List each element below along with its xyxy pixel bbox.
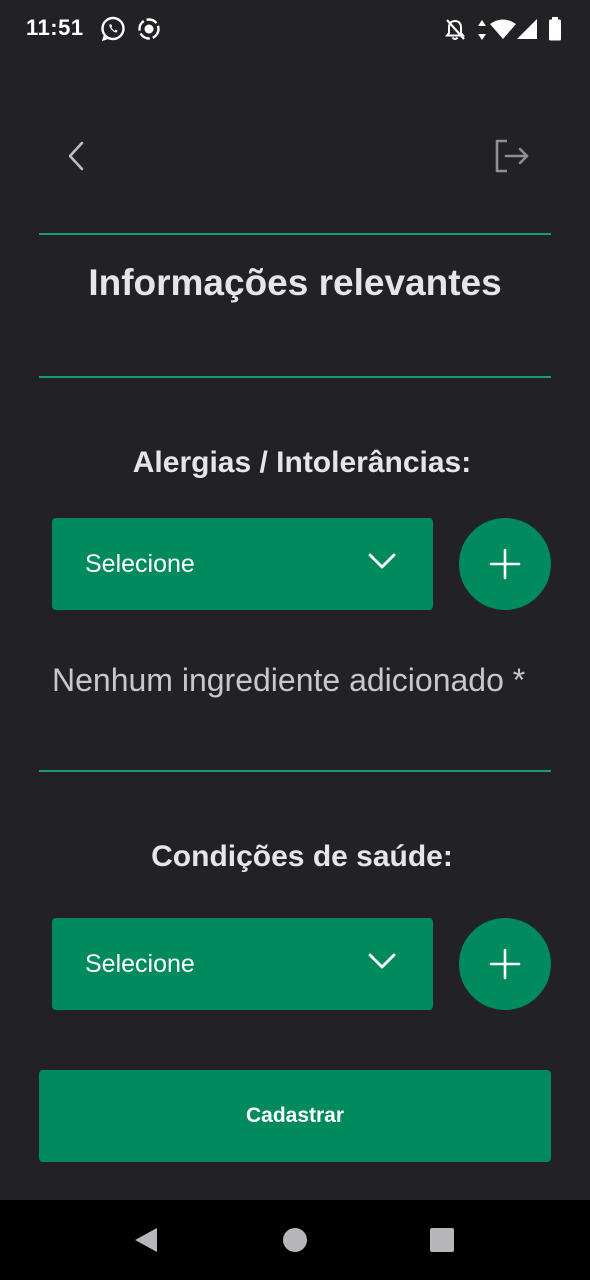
allergies-select-value: Selecione — [85, 549, 195, 578]
screen-record-icon — [137, 17, 161, 46]
notifications-off-icon — [444, 18, 466, 47]
divider-top — [39, 233, 551, 235]
wifi-icon: 5 — [489, 18, 517, 45]
status-bar: 11:51 5 — [0, 0, 590, 60]
logout-button[interactable] — [490, 134, 534, 178]
health-select[interactable]: Selecione — [52, 918, 433, 1010]
divider-title — [39, 376, 551, 378]
nav-home-button[interactable] — [275, 1220, 315, 1260]
chevron-left-icon — [68, 141, 84, 171]
nav-recents-button[interactable] — [422, 1220, 462, 1260]
nav-back-icon — [135, 1228, 157, 1252]
plus-icon — [489, 948, 521, 980]
data-arrows-icon — [477, 19, 487, 46]
health-select-value: Selecione — [85, 949, 195, 978]
nav-home-icon — [283, 1228, 307, 1252]
add-health-condition-button[interactable] — [459, 918, 551, 1010]
submit-button[interactable]: Cadastrar — [39, 1070, 551, 1162]
chevron-down-icon — [368, 553, 396, 569]
divider-sections — [39, 770, 551, 772]
chevron-down-icon — [368, 953, 396, 969]
nav-back-button[interactable] — [126, 1220, 166, 1260]
navigation-bar — [0, 1200, 590, 1280]
plus-icon — [489, 548, 521, 580]
nav-recents-icon — [430, 1228, 454, 1252]
svg-text:5: 5 — [508, 31, 514, 40]
allergies-empty-message: Nenhum ingrediente adicionado * — [52, 662, 526, 698]
battery-icon — [548, 17, 562, 46]
cell-signal-icon — [516, 18, 538, 45]
allergies-section-title: Alergias / Intolerâncias: — [132, 446, 472, 479]
page-title: Informações relevantes — [88, 262, 502, 303]
back-button[interactable] — [54, 134, 98, 178]
logout-icon — [495, 139, 529, 173]
status-time: 11:51 — [26, 15, 84, 40]
allergies-select[interactable]: Selecione — [52, 518, 433, 610]
whatsapp-icon — [100, 16, 126, 47]
health-section-title: Condições de saúde: — [151, 840, 453, 873]
add-allergy-button[interactable] — [459, 518, 551, 610]
